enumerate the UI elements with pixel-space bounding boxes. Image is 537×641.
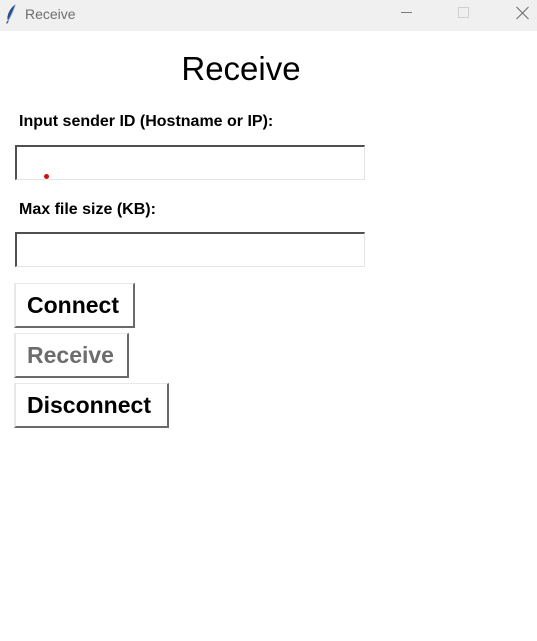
max-file-size-input[interactable] <box>17 234 364 266</box>
sender-id-field-frame[interactable] <box>15 145 365 180</box>
window-title: Receive <box>25 6 76 22</box>
close-button[interactable] <box>499 0 537 31</box>
receive-button[interactable]: Receive <box>14 333 129 378</box>
minimize-button[interactable] <box>383 0 429 31</box>
sender-id-label: Input sender ID (Hostname or IP): <box>19 113 274 130</box>
sender-id-input[interactable] <box>17 147 364 179</box>
connect-button[interactable]: Connect <box>14 283 135 328</box>
maximize-icon <box>458 7 469 18</box>
max-file-size-label: Max file size (KB): <box>19 201 156 218</box>
title-bar[interactable]: Receive <box>0 0 537 31</box>
page-title: Receive <box>181 50 301 87</box>
minimize-icon <box>401 12 412 13</box>
disconnect-button[interactable]: Disconnect <box>14 383 169 428</box>
mouse-cursor-marker <box>44 174 49 179</box>
feather-icon <box>5 4 17 24</box>
max-file-size-field-frame[interactable] <box>15 232 365 267</box>
maximize-button[interactable] <box>441 0 487 31</box>
close-icon <box>516 6 529 20</box>
